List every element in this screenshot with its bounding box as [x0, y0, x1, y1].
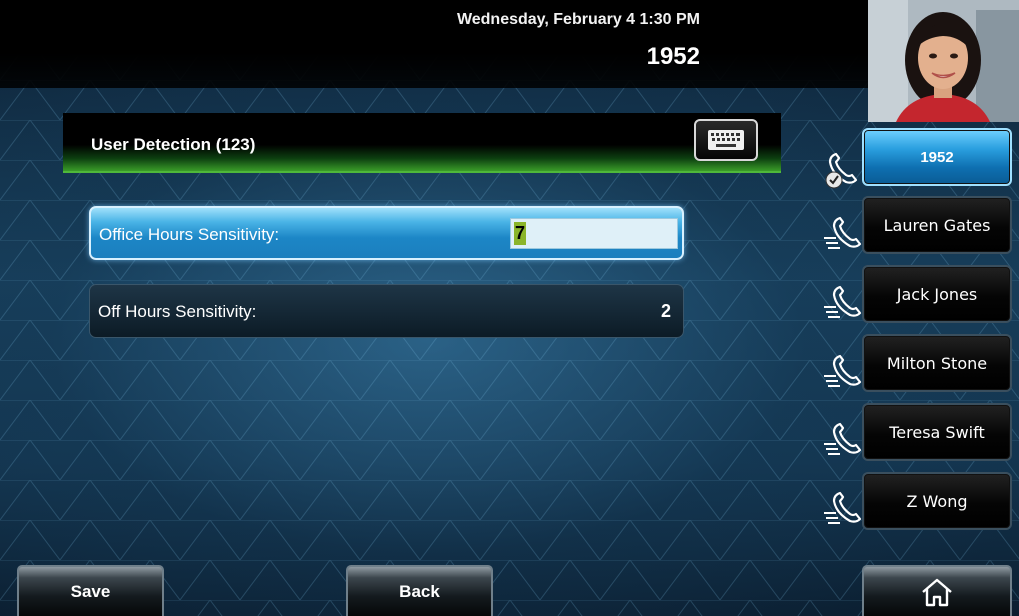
office-hours-sensitivity-input[interactable]: 7 [510, 218, 678, 249]
phone-speed-dial-icon [824, 285, 862, 318]
home-button[interactable] [862, 565, 1012, 616]
avatar [868, 0, 1019, 122]
save-button[interactable]: Save [17, 565, 164, 616]
keyboard-icon [708, 130, 744, 150]
off-hours-sensitivity-value: 2 [660, 301, 671, 321]
line-key-milton-stone[interactable]: Milton Stone [862, 334, 1012, 392]
phone-speed-dial-icon [824, 491, 862, 524]
line-key-lauren-gates[interactable]: Lauren Gates [862, 196, 1012, 254]
line-key-teresa-swift[interactable]: Teresa Swift [862, 403, 1012, 461]
date-time: Wednesday, February 4 1:30 PM [456, 11, 700, 28]
office-hours-sensitivity-label: Office Hours Sensitivity: [99, 225, 280, 244]
phone-screen: Wednesday, February 4 1:30 PM 1952 User … [0, 0, 1019, 616]
line-key-jack-jones[interactable]: Jack Jones [862, 265, 1012, 323]
office-hours-sensitivity-value: 7 [514, 222, 527, 245]
home-icon [922, 578, 952, 606]
office-hours-sensitivity-row[interactable]: Office Hours Sensitivity: 7 [89, 206, 684, 260]
phone-registered-icon [825, 152, 858, 189]
off-hours-sensitivity-label: Off Hours Sensitivity: [98, 302, 257, 321]
page-header: User Detection (123) [63, 113, 781, 173]
extension-number: 1952 [646, 43, 700, 70]
phone-speed-dial-icon [824, 216, 862, 249]
line-key-z-wong[interactable]: Z Wong [862, 472, 1012, 530]
back-button[interactable]: Back [346, 565, 493, 616]
page-title: User Detection (123) [91, 135, 256, 154]
off-hours-sensitivity-row[interactable]: Off Hours Sensitivity: 2 [89, 284, 684, 338]
phone-speed-dial-icon [824, 354, 862, 387]
phone-speed-dial-icon [824, 422, 862, 455]
line-key-1952[interactable]: 1952 [862, 128, 1012, 186]
keyboard-button[interactable] [694, 119, 758, 161]
status-bar: Wednesday, February 4 1:30 PM 1952 [0, 0, 868, 88]
